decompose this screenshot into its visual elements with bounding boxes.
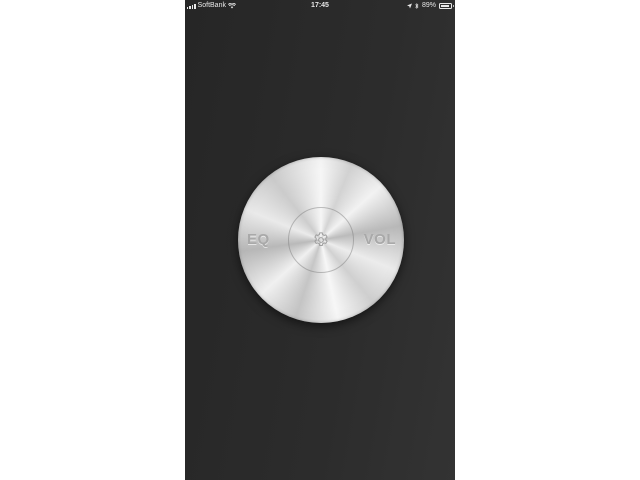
control-knob[interactable]: EQ VOL: [238, 157, 404, 323]
bluetooth-icon: [415, 2, 419, 9]
vol-label[interactable]: VOL: [364, 231, 396, 248]
battery-icon: [439, 2, 454, 9]
battery-percent: 89%: [421, 2, 436, 9]
location-icon: [406, 3, 412, 8]
app-screen: SoftBank 17:45 89% EQ VOL: [185, 0, 455, 480]
settings-button[interactable]: [288, 207, 354, 273]
eq-label[interactable]: EQ: [247, 231, 270, 248]
status-bar: SoftBank 17:45 89%: [185, 0, 455, 13]
status-right: 89%: [406, 2, 454, 9]
battery-fill: [441, 4, 449, 7]
gear-icon: [314, 232, 328, 246]
